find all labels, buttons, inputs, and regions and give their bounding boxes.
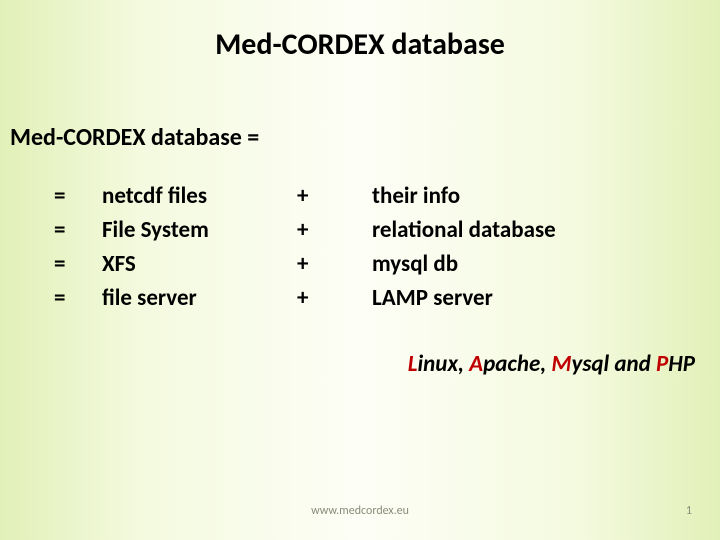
accent-p: P bbox=[656, 350, 668, 378]
right-term: relational database bbox=[372, 216, 556, 244]
text-hp: HP bbox=[668, 350, 695, 378]
left-term: XFS bbox=[102, 250, 297, 278]
text-ysql: ysql and bbox=[572, 350, 656, 378]
text-pache: pache, bbox=[483, 350, 551, 378]
accent-m: M bbox=[551, 350, 571, 378]
footer-url: www.medcordex.eu bbox=[0, 504, 720, 518]
lamp-acronym: Linux, Apache, Mysql and PHP bbox=[0, 350, 695, 378]
text-inux: inux, bbox=[418, 350, 470, 378]
slide-subtitle: Med-CORDEX database = bbox=[10, 123, 259, 152]
plus-sign: + bbox=[297, 216, 372, 244]
slide-title: Med-CORDEX database bbox=[0, 26, 720, 63]
eq-sign: = bbox=[54, 182, 102, 210]
slide: Med-CORDEX database Med-CORDEX database … bbox=[0, 0, 720, 540]
left-term: File System bbox=[102, 216, 297, 244]
plus-sign: + bbox=[297, 284, 372, 312]
accent-a: A bbox=[469, 350, 483, 378]
left-term: file server bbox=[102, 284, 297, 312]
right-term: their info bbox=[372, 182, 556, 210]
eq-sign: = bbox=[54, 216, 102, 244]
left-term: netcdf files bbox=[102, 182, 297, 210]
definition-table: = netcdf files + their info = File Syste… bbox=[54, 182, 556, 312]
eq-sign: = bbox=[54, 250, 102, 278]
plus-sign: + bbox=[297, 250, 372, 278]
eq-sign: = bbox=[54, 284, 102, 312]
right-term: LAMP server bbox=[372, 284, 556, 312]
page-number: 1 bbox=[686, 504, 692, 518]
accent-l: L bbox=[408, 350, 418, 378]
right-term: mysql db bbox=[372, 250, 556, 278]
plus-sign: + bbox=[297, 182, 372, 210]
